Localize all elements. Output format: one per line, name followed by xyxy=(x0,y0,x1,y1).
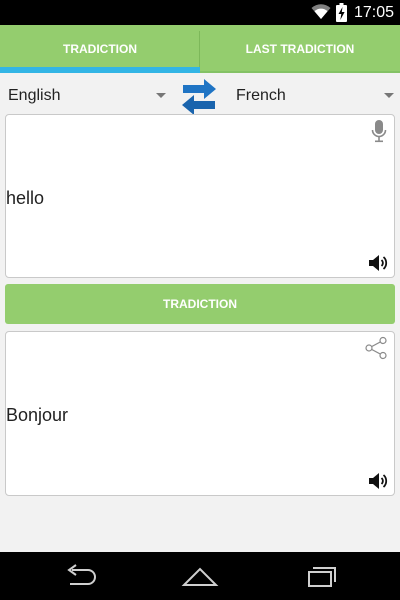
recents-icon[interactable] xyxy=(300,562,340,590)
status-clock: 17:05 xyxy=(354,4,395,21)
back-icon[interactable] xyxy=(60,562,100,590)
speaker-icon[interactable] xyxy=(368,471,390,491)
tab-underline xyxy=(200,71,400,73)
dropdown-caret-icon xyxy=(384,93,394,98)
target-language-dropdown[interactable]: French xyxy=(228,78,400,114)
battery-charging-icon xyxy=(336,3,347,22)
input-text: hello xyxy=(6,188,45,208)
navigation-bar xyxy=(0,552,400,600)
target-language-label: French xyxy=(236,87,286,104)
share-icon[interactable] xyxy=(364,336,388,360)
output-text-box: Bonjour xyxy=(5,331,395,496)
input-text-box[interactable]: hello xyxy=(5,114,395,278)
tab-selected-indicator xyxy=(0,67,200,73)
source-language-label: English xyxy=(8,87,61,104)
swap-arrows-icon[interactable] xyxy=(180,76,218,116)
status-bar: 17:05 xyxy=(0,0,400,25)
dropdown-caret-icon xyxy=(156,93,166,98)
output-text: Bonjour xyxy=(6,405,69,425)
tab-last-tradiction[interactable]: LAST TRADICTION xyxy=(200,25,400,73)
tab-bar: TRADICTION LAST TRADICTION xyxy=(0,25,400,73)
translate-button[interactable]: TRADICTION xyxy=(5,284,395,324)
microphone-icon[interactable] xyxy=(370,119,388,143)
speaker-icon[interactable] xyxy=(368,253,390,273)
home-icon[interactable] xyxy=(180,562,220,590)
source-language-dropdown[interactable]: English xyxy=(0,78,172,114)
wifi-icon xyxy=(311,4,331,19)
tab-tradiction[interactable]: TRADICTION xyxy=(0,25,200,73)
